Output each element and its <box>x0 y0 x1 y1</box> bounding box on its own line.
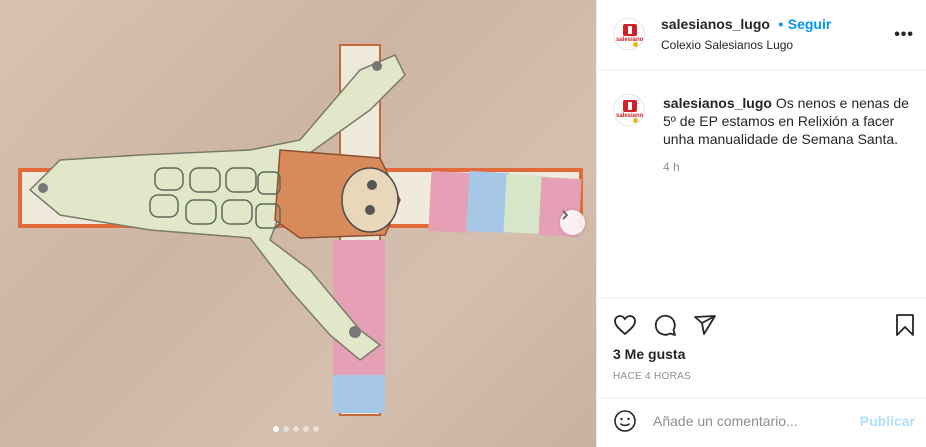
crucifix-craft-illustration <box>18 44 583 416</box>
header-username[interactable]: salesianos_lugo <box>661 16 770 32</box>
likes-count[interactable]: 3 Me gusta <box>613 346 685 362</box>
comment-input[interactable] <box>653 413 853 429</box>
header-line: salesianos_lugo • Seguir <box>661 16 831 34</box>
follow-button[interactable]: Seguir <box>788 16 832 32</box>
carousel-dot <box>303 426 309 432</box>
emoji-icon[interactable] <box>613 409 637 433</box>
avatar-logo-text: salesianos <box>616 37 645 43</box>
avatar[interactable]: salesianos <box>613 18 645 50</box>
salesianos-logo-icon <box>623 24 637 36</box>
share-icon[interactable] <box>693 313 717 337</box>
carousel-dot <box>273 426 279 432</box>
post-sidebar: salesianos salesianos_lugo • Seguir Cole… <box>596 0 926 447</box>
bookmark-icon[interactable] <box>893 313 917 337</box>
publish-button[interactable]: Publicar <box>860 413 915 429</box>
carousel-indicator <box>273 426 319 432</box>
logo-dot-icon <box>633 118 638 123</box>
chevron-right-icon <box>562 210 569 220</box>
comment-icon[interactable] <box>653 313 677 337</box>
caption-area: salesianos salesianos_lugo Os nenos e ne… <box>597 70 926 298</box>
avatar-logo-text: salesianos <box>616 113 645 119</box>
carousel-dot <box>313 426 319 432</box>
follow-separator: • <box>778 16 784 32</box>
carousel-dot <box>283 426 289 432</box>
caption-username[interactable]: salesianos_lugo <box>663 95 772 111</box>
post-header: salesianos salesianos_lugo • Seguir Cole… <box>597 0 926 70</box>
post-image[interactable] <box>0 0 596 447</box>
caption-avatar[interactable]: salesianos <box>613 94 645 126</box>
posted-time: HACE 4 HORAS <box>613 371 692 382</box>
post-actions: 3 Me gusta HACE 4 HORAS <box>597 298 926 398</box>
carousel-dot <box>293 426 299 432</box>
more-options-icon[interactable]: ••• <box>894 26 914 44</box>
location-link[interactable]: Colexio Salesianos Lugo <box>661 38 793 52</box>
logo-dot-icon <box>633 42 638 47</box>
comment-bar: Publicar <box>597 397 926 447</box>
salesianos-logo-icon <box>623 100 637 112</box>
caption-text: salesianos_lugo Os nenos e nenas de 5º d… <box>663 94 915 148</box>
heart-icon[interactable] <box>613 313 637 337</box>
caption-time: 4 h <box>663 160 680 174</box>
next-image-button[interactable] <box>560 210 585 235</box>
